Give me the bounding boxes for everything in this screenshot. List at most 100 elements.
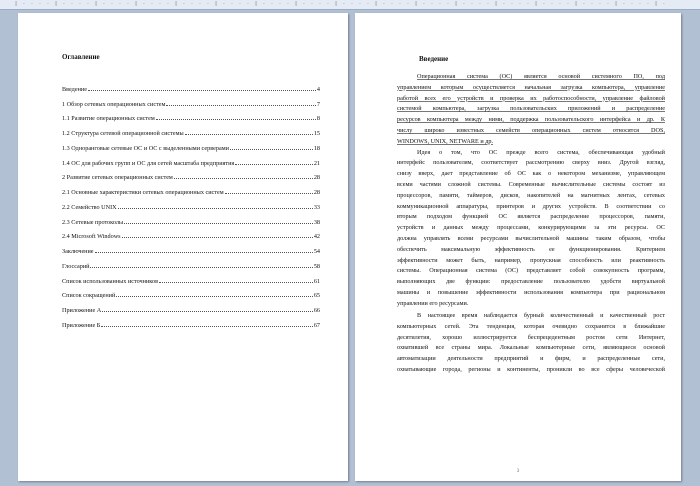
toc-entry-page: 61: [313, 277, 320, 285]
toc-entry[interactable]: 1.4 ОС для рабочих групп и ОС для сетей …: [62, 152, 320, 167]
toc-entry-page: 38: [313, 218, 320, 226]
toc-entry[interactable]: 1.3 Одноранговые сетевые ОС и ОС с выдел…: [62, 137, 320, 152]
intro-text-line: всеми частями сложной системы. Современн…: [397, 180, 665, 188]
toc-entry-page: 28: [313, 189, 320, 196]
toc-entry[interactable]: 2.1 Основные характеристики сетевых опер…: [62, 181, 320, 196]
intro-text-line: числу широко известных семейств операцио…: [397, 126, 665, 134]
intro-text-line: эффективности может быть, например, проп…: [397, 256, 665, 264]
toc-entry-page: 21: [313, 159, 320, 167]
toc-entry-page: 28: [313, 174, 320, 182]
toc-leader-dots: [173, 178, 313, 180]
ruler-ticks: | · · · · | · · · · | · · · · | · · · · | · · · · | · · · · | · · · · | · · · ·…: [15, 1, 665, 7]
toc-entry-page: 8: [316, 115, 320, 123]
intro-text-line: компьютерных сетей. Эта тенденция, котор…: [397, 322, 665, 330]
toc-entry[interactable]: Список сокращений 65: [62, 285, 320, 300]
page-number: 3: [516, 469, 520, 474]
intro-text-line: выполняющих две функции: предоставление …: [397, 278, 665, 286]
toc-leader-dots: [159, 281, 313, 283]
toc-entry[interactable]: 2 Развитие сетевых операционных систем 28: [62, 167, 320, 182]
toc-entry[interactable]: Заключение 54: [62, 240, 320, 255]
toc-list: Введение 4 1 Обзор сетевых операционных си…: [62, 78, 320, 329]
toc-leader-dots: [166, 104, 316, 106]
toc-entry-label: Список сокращений: [62, 292, 116, 300]
toc-entry-page: 4: [316, 85, 320, 93]
toc-entry[interactable]: Список использованных источников 61: [62, 270, 320, 285]
toc-entry-label: 2.3 Сетевые протоколы: [62, 218, 124, 226]
toc-entry-page: 15: [313, 130, 320, 137]
intro-text-line: устройств и данных между процессами, кон…: [397, 224, 665, 232]
toc-entry-page: 58: [313, 262, 320, 270]
intro-text-line: обеспечить максимальную эффективность ее…: [397, 245, 665, 253]
toc-leader-dots: [102, 311, 313, 312]
toc-leader-dots: [94, 252, 313, 253]
toc-leader-dots: [116, 296, 313, 298]
toc-entry[interactable]: Приложение Б 67: [62, 314, 320, 329]
toc-leader-dots: [224, 193, 313, 194]
toc-entry-page: 42: [313, 233, 320, 241]
toc-entry-label: 2 Развитие сетевых операционных систем: [62, 174, 173, 182]
toc-entry-label: 1.1 Развитие операционных систем: [62, 115, 155, 123]
intro-text-line: WINDOWS, UNIX, NETWARE и др.: [397, 137, 493, 145]
toc-entry-label: Приложение Б: [62, 321, 101, 329]
intro-text-line: охватывающие города, регионы и континент…: [397, 366, 665, 374]
toc-entry[interactable]: Приложение А 66: [62, 299, 320, 314]
toc-entry-label: 1 Обзор сетевых операционных систем: [62, 100, 166, 108]
toc-entry[interactable]: 2.3 Сетевые протоколы 38: [62, 211, 320, 226]
intro-text-line: ресурсов компьютера между ними, поддержк…: [397, 116, 665, 124]
intro-text-line: интерфейс пользователям, соответствует р…: [397, 159, 665, 167]
intro-text-line: машины и повышение эффективности использ…: [397, 288, 665, 296]
intro-text-line: коммуникационной аппаратуры, принтеров и…: [397, 202, 665, 210]
intro-title: Введение: [419, 55, 449, 63]
toc-leader-dots: [229, 148, 313, 150]
toc-entry-label: 1.3 Одноранговые сетевые ОС и ОС с выдел…: [62, 144, 229, 152]
toc-leader-dots: [117, 207, 313, 209]
toc-entry-label: Глоссарий: [62, 262, 90, 270]
toc-entry[interactable]: 2.2 Семейство UNIX 33: [62, 196, 320, 211]
page-table-of-contents: Оглавление Введение 4 1 Обзор сетевых опер…: [18, 13, 348, 481]
horizontal-ruler[interactable]: | · · · · | · · · · | · · · · | · · · · | · · · · | · · · · | · · · · | · · · ·…: [0, 0, 700, 10]
toc-entry[interactable]: Введение 4: [62, 78, 320, 93]
toc-leader-dots: [101, 325, 313, 327]
toc-entry-label: 2.2 Семейство UNIX: [62, 203, 117, 211]
toc-entry[interactable]: Глоссарий 58: [62, 255, 320, 270]
toc-entry[interactable]: 1 Обзор сетевых операционных систем 7: [62, 93, 320, 108]
toc-entry[interactable]: 1.1 Развитие операционных систем 8: [62, 108, 320, 123]
toc-entry-label: 1.4 ОС для рабочих групп и ОС для сетей …: [62, 159, 235, 167]
toc-entry-label: Заключение: [62, 248, 94, 255]
toc-leader-dots: [121, 237, 313, 239]
toc-leader-dots: [235, 163, 313, 165]
intro-text-line: системой компьютера, загрузка пользовате…: [397, 105, 665, 113]
intro-body: Операционная система (ОС) является основ…: [397, 72, 665, 376]
intro-text-line: процессоров, памяти, таймеров, дисков, н…: [397, 191, 665, 199]
toc-leader-dots: [87, 89, 316, 91]
intro-text-line: работой всех его устройств и проверка их…: [397, 94, 665, 102]
toc-entry-label: Список использованных источников: [62, 277, 158, 285]
toc-entry[interactable]: 2.4 Microsoft Windows 42: [62, 226, 320, 241]
toc-title: Оглавление: [62, 53, 100, 61]
intro-text-line: снизу вверх, дает представление об ОС ка…: [397, 170, 665, 178]
intro-text-line: вторым подходом функцией ОС является рас…: [397, 213, 665, 221]
toc-entry-label: 2.4 Microsoft Windows: [62, 233, 121, 241]
toc-entry-label: 2.1 Основные характеристики сетевых опер…: [62, 189, 224, 196]
toc-entry-page: 54: [313, 248, 320, 255]
toc-entry-label: 1.2 Структура сетевой операционной систе…: [62, 130, 184, 137]
toc-leader-dots: [90, 266, 313, 268]
toc-leader-dots: [184, 134, 313, 135]
intro-text-line: системы. Операционная система (ОС) предс…: [397, 267, 665, 275]
intro-text-line: автоматизации деятельности предприятий и…: [397, 355, 665, 363]
intro-text-line: Идея о том, что ОС прежде всего система,…: [417, 148, 665, 156]
toc-entry-label: Введение: [62, 85, 87, 93]
toc-entry[interactable]: 1.2 Структура сетевой операционной систе…: [62, 122, 320, 137]
intro-text-line: должна управлять всеми ресурсами вычисли…: [397, 234, 665, 242]
page-introduction: Введение Операционная система (ОС) являе…: [355, 13, 681, 481]
toc-entry-label: Приложение А: [62, 307, 102, 314]
toc-entry-page: 33: [313, 203, 320, 211]
toc-leader-dots: [155, 119, 316, 121]
toc-entry-page: 7: [316, 100, 320, 108]
toc-entry-page: 65: [313, 292, 320, 300]
toc-leader-dots: [124, 222, 313, 224]
intro-text-line: управлении его ресурсами.: [397, 299, 469, 307]
toc-entry-page: 67: [313, 321, 320, 329]
toc-entry-page: 66: [313, 307, 320, 314]
intro-text-line: охватившей все страны мира. Локальные ко…: [397, 344, 665, 352]
